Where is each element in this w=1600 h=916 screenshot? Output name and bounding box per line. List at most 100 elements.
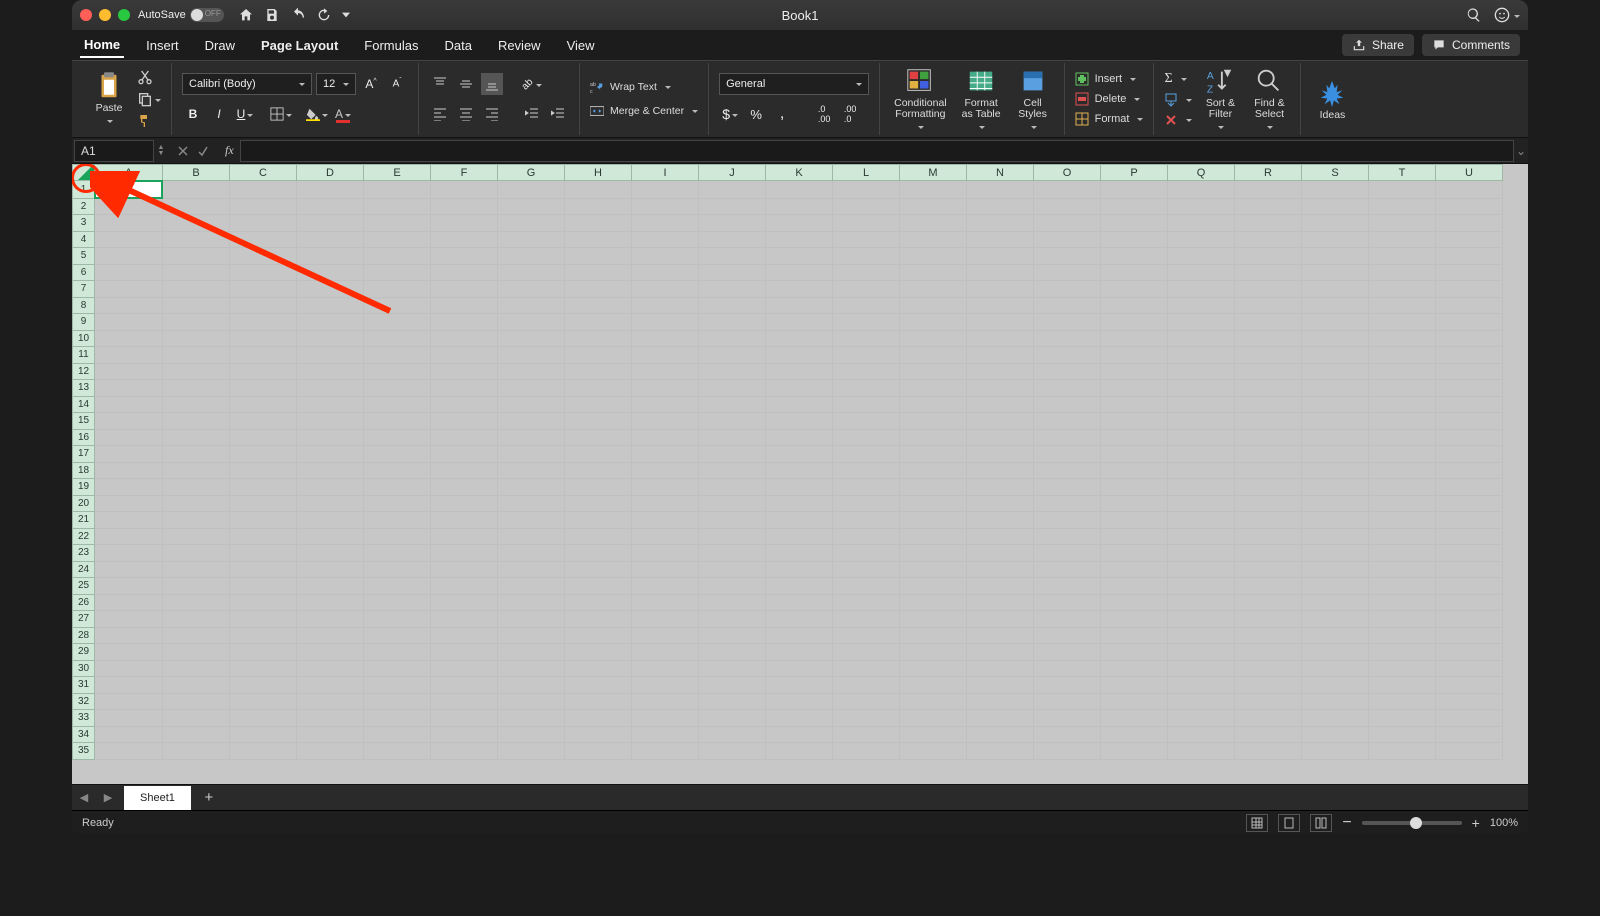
cell[interactable] [900,743,967,760]
cell[interactable] [900,281,967,298]
view-normal-button[interactable] [1246,814,1268,832]
cell[interactable] [1034,644,1101,661]
cell[interactable] [431,264,498,281]
cell[interactable] [1235,297,1302,314]
cell[interactable] [632,743,699,760]
row-header[interactable]: 33 [73,710,95,727]
cell[interactable] [1034,677,1101,694]
cell[interactable] [967,181,1034,199]
row-header[interactable]: 30 [73,660,95,677]
cell[interactable] [163,677,230,694]
cell[interactable] [95,495,163,512]
cell[interactable] [699,693,766,710]
cell[interactable] [431,693,498,710]
autosave-toggle[interactable]: AutoSave OFF [138,8,224,22]
cell[interactable] [498,231,565,248]
cell[interactable] [297,281,364,298]
cell[interactable] [565,248,632,265]
cell[interactable] [699,248,766,265]
cell[interactable] [498,627,565,644]
cell[interactable] [699,594,766,611]
cell[interactable] [1369,578,1436,595]
tab-home[interactable]: Home [80,33,124,58]
cell[interactable] [900,314,967,331]
align-bottom-button[interactable] [481,73,503,95]
cell[interactable] [1302,281,1369,298]
cell[interactable] [766,297,833,314]
row-header[interactable]: 19 [73,479,95,496]
comma-format-button[interactable]: , [771,103,793,125]
cell[interactable] [95,512,163,529]
cell[interactable] [900,396,967,413]
cell[interactable] [967,281,1034,298]
cell[interactable] [1436,231,1503,248]
cell[interactable] [364,627,431,644]
cell[interactable] [1436,578,1503,595]
cell[interactable] [230,198,297,215]
cell[interactable] [498,495,565,512]
cell[interactable] [1168,363,1235,380]
cell[interactable] [498,693,565,710]
cell[interactable] [699,726,766,743]
cell[interactable] [431,594,498,611]
row-header[interactable]: 12 [73,363,95,380]
cell[interactable] [632,297,699,314]
cell[interactable] [498,512,565,529]
cell[interactable] [230,578,297,595]
cell[interactable] [1101,264,1168,281]
cell[interactable] [364,693,431,710]
cell[interactable] [900,726,967,743]
cell[interactable] [163,413,230,430]
cell[interactable] [364,578,431,595]
cell[interactable] [1168,264,1235,281]
cell[interactable] [1235,330,1302,347]
cell[interactable] [1168,297,1235,314]
cell[interactable] [1436,281,1503,298]
cell[interactable] [833,363,900,380]
cell[interactable] [1302,528,1369,545]
cell[interactable] [632,347,699,364]
cell[interactable] [900,594,967,611]
cell[interactable] [900,660,967,677]
cell[interactable] [364,644,431,661]
cell[interactable] [833,181,900,199]
cell[interactable] [766,347,833,364]
cell[interactable] [766,231,833,248]
cell[interactable] [1168,231,1235,248]
cell[interactable] [565,693,632,710]
cell[interactable] [1369,660,1436,677]
cell[interactable] [163,726,230,743]
cell[interactable] [1168,248,1235,265]
cell[interactable] [1168,495,1235,512]
row-header[interactable]: 10 [73,330,95,347]
cell[interactable] [431,413,498,430]
cell[interactable] [699,512,766,529]
row-header[interactable]: 8 [73,297,95,314]
cell[interactable] [1369,561,1436,578]
cell[interactable] [364,215,431,232]
cell[interactable] [163,181,230,199]
cell[interactable] [1436,528,1503,545]
row-header[interactable]: 2 [73,198,95,215]
cell[interactable] [766,446,833,463]
cell[interactable] [431,743,498,760]
cell[interactable] [230,594,297,611]
cell[interactable] [1436,644,1503,661]
cell[interactable] [95,396,163,413]
cell[interactable] [900,644,967,661]
cut-icon[interactable] [137,69,153,85]
cell[interactable] [1101,396,1168,413]
cell[interactable] [95,611,163,628]
cell[interactable] [565,644,632,661]
cell[interactable] [498,281,565,298]
cell[interactable] [95,710,163,727]
cell[interactable] [1168,644,1235,661]
cell[interactable] [1436,297,1503,314]
cell[interactable] [1235,248,1302,265]
cell[interactable] [699,181,766,199]
cell[interactable] [431,710,498,727]
tab-formulas[interactable]: Formulas [360,34,422,57]
name-box-stepper[interactable]: ▲▼ [155,145,167,157]
cell[interactable] [900,479,967,496]
cell[interactable] [900,429,967,446]
